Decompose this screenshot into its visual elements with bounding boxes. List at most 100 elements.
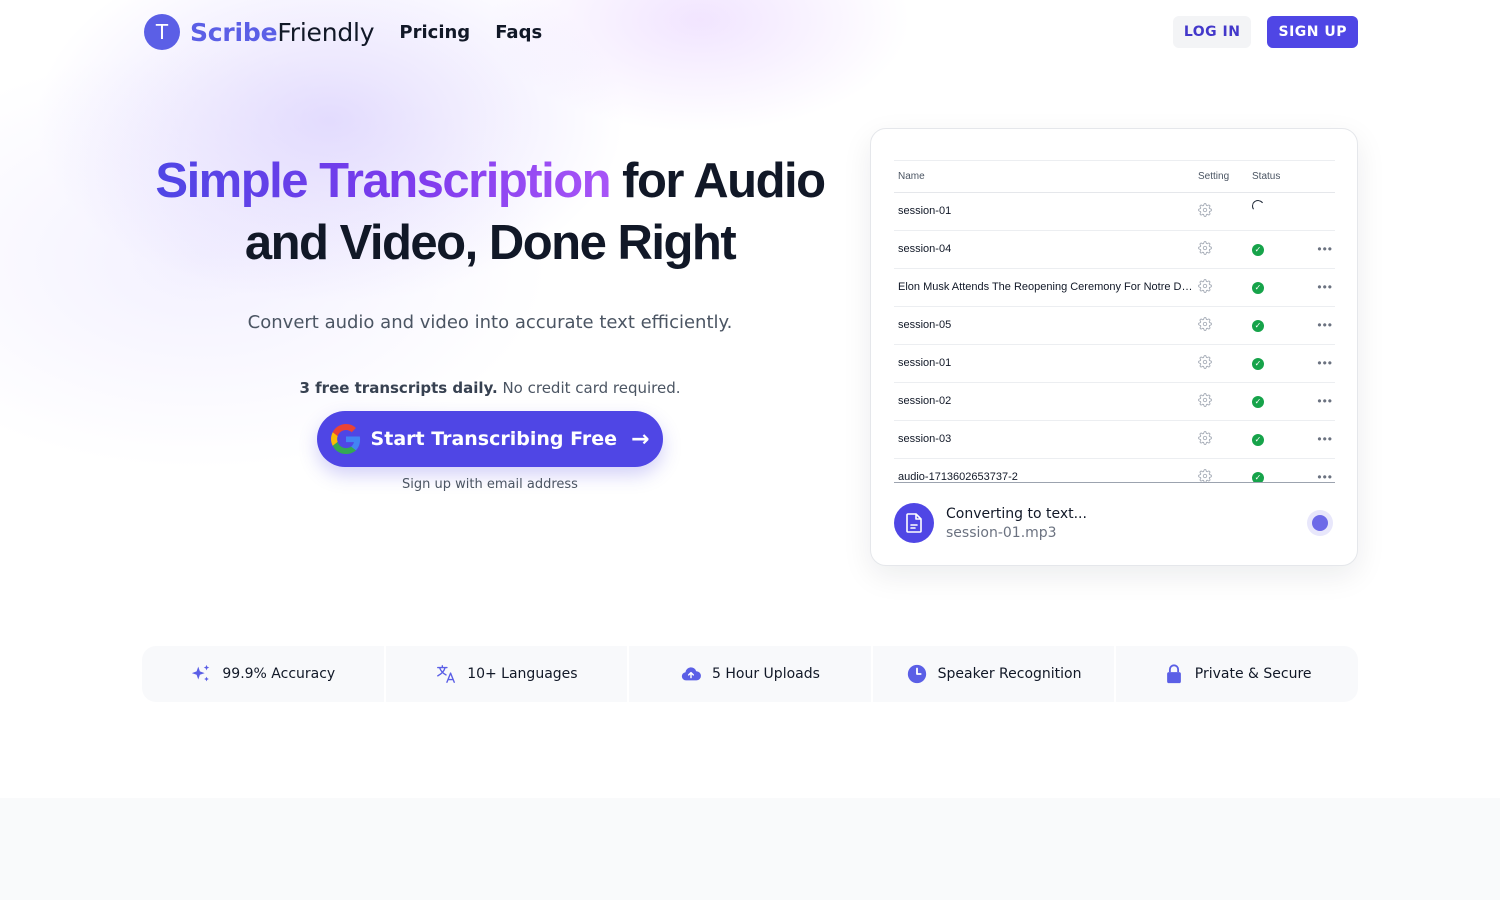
- table-header-row: Name Setting Status: [894, 161, 1335, 193]
- settings-cell[interactable]: [1194, 268, 1248, 307]
- status-cell: ✓: [1248, 230, 1298, 269]
- session-name: Elon Musk Attends The Reopening Ceremony…: [894, 268, 1194, 307]
- hero-title: Simple Transcription for Audio and Video…: [140, 150, 840, 274]
- feature-uploads: 5 Hour Uploads: [629, 646, 871, 702]
- table-row[interactable]: Elon Musk Attends The Reopening Ceremony…: [894, 268, 1335, 307]
- hero-title-highlight: Simple Transcription: [155, 154, 611, 208]
- start-transcribing-button[interactable]: Start Transcribing Free →: [317, 411, 663, 467]
- check-circle-icon: ✓: [1252, 395, 1264, 408]
- sparkles-icon: [192, 664, 210, 682]
- table-row[interactable]: session-05 ✓ •••: [894, 306, 1335, 345]
- session-name: session-02: [894, 382, 1194, 421]
- session-name: session-03: [894, 420, 1194, 459]
- feature-label: 5 Hour Uploads: [712, 666, 820, 682]
- status-cell: ✓: [1248, 458, 1298, 482]
- more-options-icon[interactable]: •••: [1317, 242, 1333, 256]
- brand-part1: Scribe: [190, 17, 278, 47]
- settings-cell[interactable]: [1194, 458, 1248, 482]
- free-note-bold: 3 free transcripts daily.: [299, 379, 498, 397]
- settings-cell[interactable]: [1194, 420, 1248, 459]
- gear-icon[interactable]: [1198, 240, 1212, 258]
- feature-accuracy: 99.9% Accuracy: [142, 646, 384, 702]
- status-cell: [1248, 192, 1298, 231]
- login-button[interactable]: LOG IN: [1172, 16, 1252, 48]
- clock-icon: [907, 664, 926, 684]
- column-header-name: Name: [894, 161, 1194, 193]
- session-name: audio-1713602653737-2: [894, 458, 1194, 482]
- sessions-table: Name Setting Status session-01 session-04…: [894, 161, 1335, 482]
- brand-part2: Friendly: [277, 17, 375, 47]
- cta-label: Start Transcribing Free: [370, 428, 618, 450]
- table-row[interactable]: session-02 ✓ •••: [894, 382, 1335, 421]
- hero-title-line2: and Video, Done Right: [244, 216, 737, 270]
- check-circle-icon: ✓: [1252, 243, 1264, 256]
- settings-cell[interactable]: [1194, 306, 1248, 345]
- table-row[interactable]: session-01 ✓ •••: [894, 344, 1335, 383]
- more-options-icon[interactable]: •••: [1317, 318, 1333, 332]
- gear-icon[interactable]: [1198, 316, 1212, 334]
- status-cell: ✓: [1248, 344, 1298, 383]
- feature-label: Private & Secure: [1194, 666, 1312, 682]
- email-signup-link[interactable]: Sign up with email address: [140, 477, 840, 492]
- progress-title: Converting to text...: [946, 505, 1087, 522]
- file-document-icon: [894, 503, 934, 543]
- top-nav: T ScribeFriendly Pricing Faqs LOG IN SIG…: [144, 14, 1358, 50]
- settings-cell[interactable]: [1194, 230, 1248, 269]
- session-name: session-04: [894, 230, 1194, 269]
- hero-subtitle: Convert audio and video into accurate te…: [247, 312, 733, 333]
- nav-link-faqs[interactable]: Faqs: [495, 22, 542, 43]
- settings-cell[interactable]: [1194, 344, 1248, 383]
- gear-icon[interactable]: [1198, 392, 1212, 410]
- actions-cell[interactable]: •••: [1298, 420, 1335, 459]
- actions-cell[interactable]: •••: [1298, 230, 1335, 269]
- table-row[interactable]: session-04 ✓ •••: [894, 230, 1335, 269]
- feature-languages: 10+ Languages: [385, 646, 628, 702]
- gear-icon[interactable]: [1198, 354, 1212, 372]
- status-cell: ✓: [1248, 420, 1298, 459]
- feature-label: 99.9% Accuracy: [222, 666, 336, 682]
- check-circle-icon: ✓: [1252, 357, 1264, 370]
- check-circle-icon: ✓: [1252, 281, 1264, 294]
- more-options-icon[interactable]: •••: [1317, 432, 1333, 446]
- settings-cell[interactable]: [1194, 192, 1248, 231]
- logo-badge: T: [144, 14, 180, 50]
- more-options-icon[interactable]: •••: [1317, 394, 1333, 408]
- feature-label: 10+ Languages: [467, 666, 578, 682]
- nav-link-pricing[interactable]: Pricing: [399, 22, 470, 43]
- gear-icon[interactable]: [1198, 468, 1212, 482]
- table-row[interactable]: audio-1713602653737-2 ✓ •••: [894, 458, 1335, 482]
- cloud-upload-icon: [681, 667, 701, 681]
- session-name: session-01: [894, 192, 1194, 231]
- free-note-rest: No credit card required.: [497, 379, 681, 397]
- table-row[interactable]: session-03 ✓ •••: [894, 420, 1335, 459]
- gear-icon[interactable]: [1198, 202, 1212, 220]
- auth-buttons: LOG IN SIGN UP: [1172, 16, 1358, 48]
- actions-cell[interactable]: •••: [1298, 458, 1335, 482]
- actions-cell[interactable]: •••: [1298, 268, 1335, 307]
- actions-cell[interactable]: •••: [1298, 344, 1335, 383]
- arrow-right-icon: →: [631, 426, 650, 452]
- actions-cell[interactable]: •••: [1298, 382, 1335, 421]
- hero-section: Simple Transcription for Audio and Video…: [140, 150, 840, 492]
- more-options-icon[interactable]: •••: [1317, 356, 1333, 370]
- gear-icon[interactable]: [1198, 430, 1212, 448]
- actions-cell[interactable]: [1298, 192, 1335, 231]
- status-cell: ✓: [1248, 268, 1298, 307]
- free-note: 3 free transcripts daily. No credit card…: [140, 379, 840, 397]
- column-header-status: Status: [1248, 161, 1298, 193]
- session-name: session-05: [894, 306, 1194, 345]
- more-options-icon[interactable]: •••: [1317, 280, 1333, 294]
- status-cell: ✓: [1248, 382, 1298, 421]
- gear-icon[interactable]: [1198, 278, 1212, 296]
- sessions-table-scroll[interactable]: Name Setting Status session-01 session-04…: [894, 160, 1335, 483]
- signup-button[interactable]: SIGN UP: [1267, 16, 1358, 48]
- feature-speaker: Speaker Recognition: [872, 646, 1115, 702]
- settings-cell[interactable]: [1194, 382, 1248, 421]
- next-section-band: [0, 798, 1500, 900]
- table-row[interactable]: session-01: [894, 192, 1335, 231]
- column-header-setting: Setting: [1194, 161, 1248, 193]
- actions-cell[interactable]: •••: [1298, 306, 1335, 345]
- more-options-icon[interactable]: •••: [1317, 470, 1333, 482]
- logo-link[interactable]: T ScribeFriendly: [144, 14, 375, 50]
- check-circle-icon: ✓: [1252, 433, 1264, 446]
